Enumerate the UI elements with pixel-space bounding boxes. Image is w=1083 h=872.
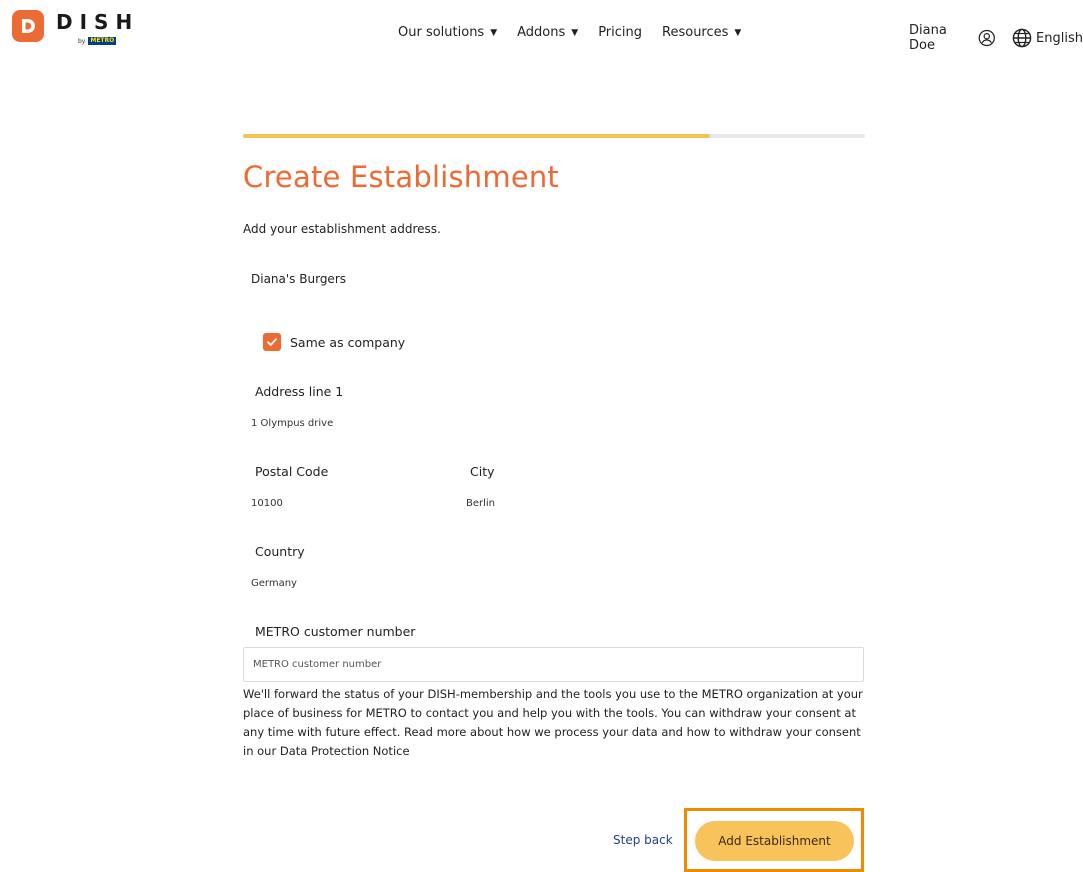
address-line1-value: 1 Olympus drive [251,418,334,429]
language-selector[interactable]: English [1012,28,1083,48]
user-circle-icon[interactable] [978,28,996,48]
address-line1-label: Address line 1 [255,384,344,399]
language-label: English [1036,30,1083,46]
establishment-name: Diana's Burgers [251,272,346,286]
checkmark-icon [267,338,277,346]
globe-icon [1012,28,1032,48]
add-establishment-button[interactable]: Add Establishment [695,821,854,861]
nav-our-solutions[interactable]: Our solutions ▼ [398,25,497,40]
nav-label: Resources [662,25,729,40]
logo-byline: by METRO [78,37,117,45]
nav-label: Our solutions [398,25,485,40]
same-as-company-label: Same as company [290,334,406,350]
consent-notice: We'll forward the status of your DISH-me… [243,687,863,758]
user-name[interactable]: Diana Doe [909,23,969,53]
postal-code-label: Postal Code [255,464,329,479]
nav-pricing[interactable]: Pricing [598,25,642,40]
caret-down-icon: ▼ [490,27,498,38]
country-label: Country [255,544,305,559]
progress-fill [243,134,710,138]
user-area: Diana Doe English [909,23,1083,53]
progress-bar [243,134,865,138]
dish-logo[interactable]: DISH by METRO [12,10,140,45]
step-back-link[interactable]: Step back [613,833,673,847]
caret-down-icon: ▼ [571,27,579,38]
postal-code-value: 10100 [251,498,283,509]
city-label: City [470,464,495,479]
nav-label: Pricing [598,25,643,40]
page-subtitle: Add your establishment address. [243,222,441,236]
main-nav: Our solutions ▼ Addons ▼ Pricing Resources… [398,25,761,40]
metro-number-label: METRO customer number [255,624,416,639]
logo-wordmark: DISH [56,10,140,34]
same-as-company-checkbox[interactable] [263,333,281,351]
nav-addons[interactable]: Addons ▼ [517,25,578,40]
metro-badge: METRO [88,37,117,45]
caret-down-icon: ▼ [734,27,742,38]
city-value: Berlin [466,498,496,509]
country-value: Germany [251,578,297,589]
nav-resources[interactable]: Resources ▼ [662,25,741,40]
same-as-company-toggle[interactable]: Same as company [263,333,405,351]
metro-customer-number-input[interactable] [243,647,864,682]
page-title: Create Establishment [243,160,560,194]
dish-logo-icon [12,10,44,42]
nav-label: Addons [517,25,566,40]
